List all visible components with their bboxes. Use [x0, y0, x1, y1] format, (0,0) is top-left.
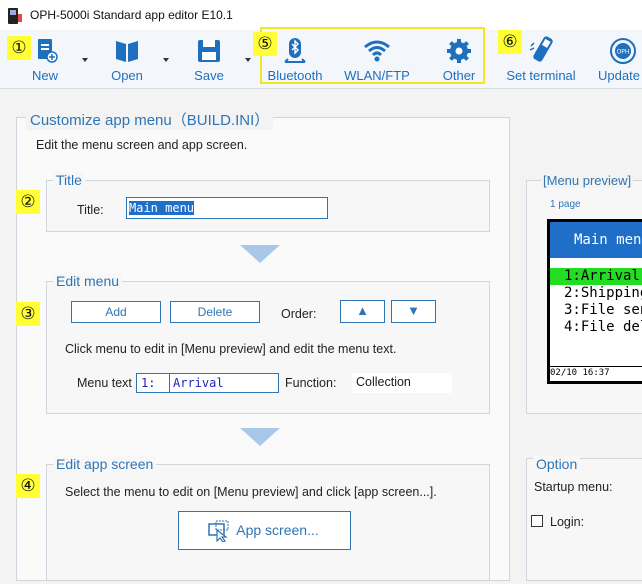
menu-preview-heading: [Menu preview]: [541, 173, 634, 188]
preview-page-label: 1 page: [550, 199, 581, 210]
app-screen-button[interactable]: App screen...: [178, 511, 351, 550]
login-checkbox[interactable]: [531, 515, 543, 527]
new-file-icon[interactable]: [32, 36, 62, 66]
title-label: Title:: [77, 203, 104, 217]
title-input[interactable]: Main menu: [126, 197, 328, 219]
gear-icon[interactable]: [444, 36, 474, 66]
app-icon: [8, 8, 22, 24]
save-button[interactable]: Save: [188, 68, 230, 83]
scanner-icon[interactable]: [528, 34, 558, 64]
function-value[interactable]: Collection: [352, 373, 452, 393]
order-label: Order:: [281, 307, 317, 321]
set-terminal-button[interactable]: Set terminal: [504, 68, 578, 83]
wlan-ftp-button[interactable]: WLAN/FTP: [342, 68, 412, 83]
preview-menu-item[interactable]: 4:File delete: [550, 319, 642, 336]
edit-menu-hint: Click menu to edit in [Menu preview] and…: [65, 342, 397, 356]
app-screen-button-label: App screen...: [236, 522, 319, 538]
login-label: Login:: [550, 515, 585, 529]
function-label: Function:: [285, 376, 337, 390]
window-title: OPH-5000i Standard app editor E10.1: [30, 8, 233, 22]
marker-3: ③: [16, 302, 40, 326]
startup-menu-label: Startup menu:: [534, 480, 613, 494]
menu-text-label: Menu text: [77, 376, 132, 390]
title-input-value: Main menu: [129, 201, 195, 215]
flow-arrow-1: [240, 245, 280, 263]
preview-menu-item[interactable]: 1:Arrival: [550, 268, 642, 285]
save-dropdown-caret[interactable]: [245, 58, 251, 62]
delete-button[interactable]: Delete: [170, 301, 260, 323]
title-group-heading: Title: [53, 172, 85, 188]
lcd-header: Main menu: [550, 222, 642, 258]
customize-title: Customize app menu（BUILD.INI）: [26, 109, 274, 130]
preview-menu-item[interactable]: 2:Shipping: [550, 285, 642, 302]
wifi-icon[interactable]: [362, 36, 392, 66]
edit-menu-heading: Edit menu: [53, 273, 123, 289]
marker-1: ①: [7, 36, 31, 60]
preview-menu-item[interactable]: 3:File send: [550, 302, 642, 319]
open-button[interactable]: Open: [104, 68, 150, 83]
other-button[interactable]: Other: [436, 68, 482, 83]
bluetooth-button[interactable]: Bluetooth: [264, 68, 326, 83]
edit-app-hint: Select the menu to edit on [Menu preview…: [65, 485, 437, 499]
move-up-button[interactable]: ▲: [340, 300, 385, 323]
oph-update-icon[interactable]: OPH: [608, 36, 638, 66]
update-button[interactable]: Update: [598, 68, 642, 83]
save-disk-icon[interactable]: [194, 36, 224, 66]
marker-2: ②: [16, 190, 40, 214]
customize-description: Edit the menu screen and app screen.: [36, 138, 248, 152]
new-button[interactable]: New: [24, 68, 66, 83]
app-screen-icon: [208, 520, 229, 542]
open-book-icon[interactable]: [112, 36, 142, 66]
svg-text:OPH: OPH: [617, 49, 630, 56]
move-down-button[interactable]: ▼: [391, 300, 436, 323]
new-dropdown-caret[interactable]: [82, 58, 88, 62]
menu-text-input[interactable]: Arrival: [169, 373, 279, 393]
lcd-footer-divider: [550, 366, 642, 367]
open-dropdown-caret[interactable]: [163, 58, 169, 62]
edit-app-heading: Edit app screen: [53, 456, 157, 472]
flow-arrow-2: [240, 428, 280, 446]
marker-6: ⑥: [498, 30, 522, 54]
bluetooth-icon[interactable]: [280, 36, 310, 66]
marker-5: ⑤: [253, 32, 277, 56]
option-heading: Option: [533, 456, 581, 472]
lcd-footer: 02/10 16:37: [550, 368, 610, 378]
menu-index-field: 1:: [136, 373, 170, 393]
marker-4: ④: [16, 474, 40, 498]
add-button[interactable]: Add: [71, 301, 161, 323]
